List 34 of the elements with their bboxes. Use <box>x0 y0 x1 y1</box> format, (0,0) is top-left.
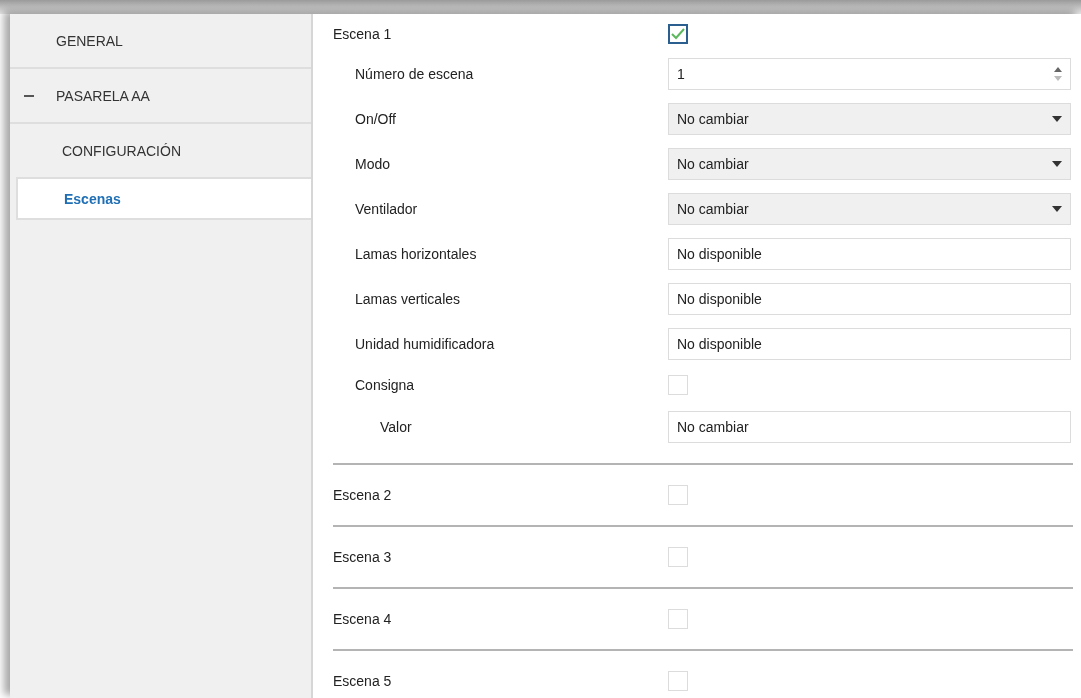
text-field[interactable]: No cambiar <box>668 410 1071 443</box>
text-field[interactable]: No disponible <box>668 282 1071 315</box>
dropdown-arrow-icon <box>1052 115 1062 122</box>
scene-label: Escena 4 <box>333 611 393 627</box>
number-field[interactable]: 1 <box>668 57 1071 90</box>
dropdown[interactable]: No cambiar <box>668 147 1071 180</box>
checkbox[interactable] <box>668 24 688 44</box>
scene-label: Escena 2 <box>333 487 393 503</box>
spinner-arrows-icon[interactable] <box>1054 65 1062 82</box>
dropdown[interactable]: No cambiar <box>668 192 1071 225</box>
scene-label: Escena 3 <box>333 549 393 565</box>
check-icon <box>671 28 685 40</box>
field-label: Lamas verticales <box>354 290 462 307</box>
text-field[interactable]: No disponible <box>668 327 1071 360</box>
dropdown[interactable]: No cambiar <box>668 102 1071 135</box>
dropdown-arrow-icon <box>1052 160 1062 167</box>
group-label: PASARELA AA <box>56 87 150 104</box>
field-label: Número de escena <box>354 65 475 82</box>
field-label: Lamas horizontales <box>354 245 478 262</box>
dropdown-arrow-icon <box>1052 205 1062 212</box>
scene-label: Escena 1 <box>333 26 393 42</box>
field-label: Consigna <box>354 377 416 393</box>
text-field[interactable]: No disponible <box>668 237 1071 270</box>
sidebar-item[interactable]: Escenas <box>16 177 311 220</box>
field-label: Modo <box>354 155 392 172</box>
field-label: Ventilador <box>354 200 419 217</box>
scene-label: Escena 5 <box>333 673 393 689</box>
field-label: Valor <box>379 418 413 435</box>
sidebar-item[interactable]: GENERAL <box>10 14 311 69</box>
field-label: Unidad humidificadora <box>354 335 496 352</box>
sidebar-group[interactable]: PASARELA AA <box>10 69 311 124</box>
sidebar-item[interactable]: CONFIGURACIÓN <box>10 124 311 177</box>
field-label: On/Off <box>354 110 397 127</box>
collapse-icon[interactable] <box>24 94 34 97</box>
